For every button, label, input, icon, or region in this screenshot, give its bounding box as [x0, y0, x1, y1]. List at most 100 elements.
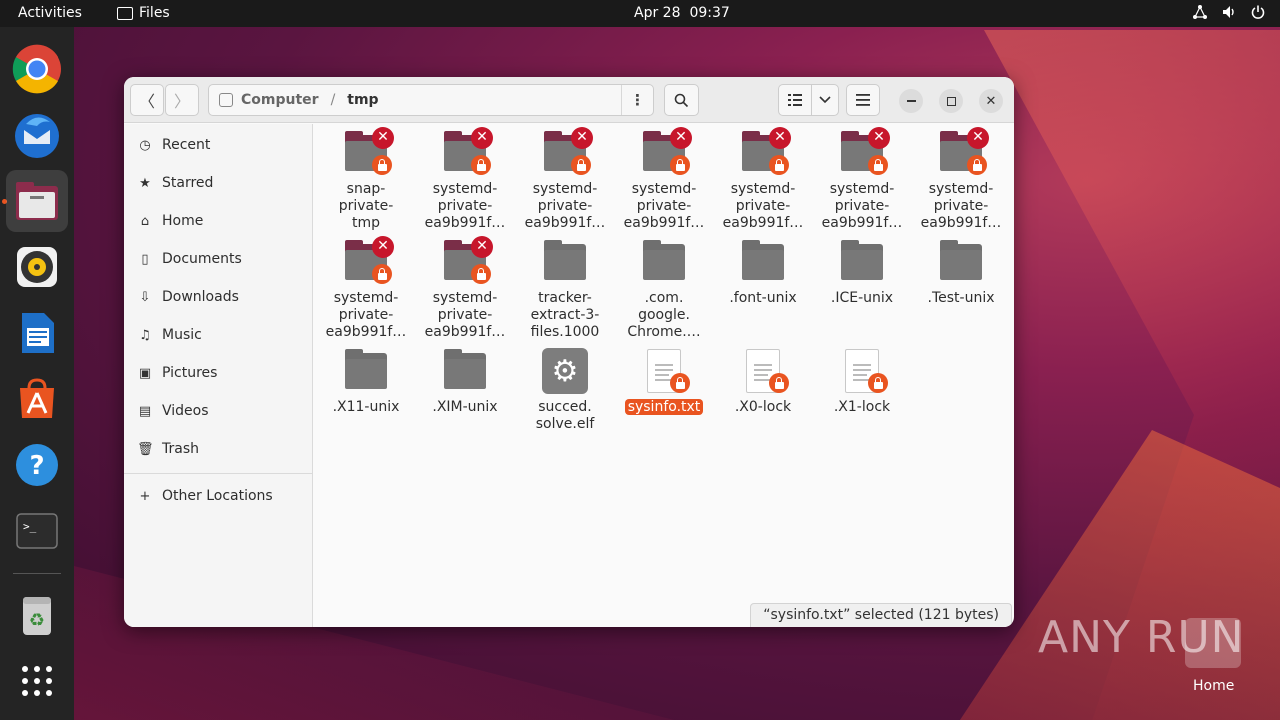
trash-icon[interactable]: ♻ [11, 589, 63, 641]
file-name: systemd- private- ea9b991f… [913, 181, 1009, 232]
file-item[interactable]: ✕ systemd- private- ea9b991f… [517, 127, 613, 232]
file-item[interactable]: ✕ systemd- private- ea9b991f… [913, 127, 1009, 232]
text-file-icon [640, 347, 690, 395]
sidebar-item-label: Starred [162, 175, 214, 191]
sidebar-item-starred[interactable]: ★ Starred [124, 165, 312, 201]
forward-button[interactable]: 〉 [165, 84, 199, 116]
desktop-home-label: Home [1193, 678, 1235, 694]
file-name: .Test-unix [913, 290, 1009, 307]
file-name: tracker- extract-3- files.1000 [517, 290, 613, 341]
svg-text:?: ? [29, 451, 44, 481]
view-options-button[interactable] [811, 84, 839, 116]
back-button[interactable]: 〈 [130, 84, 164, 116]
text-file-icon [739, 347, 789, 395]
main-menu-button[interactable] [846, 84, 880, 116]
file-item[interactable]: sysinfo.txt [616, 347, 712, 416]
file-name-text: .font-unix [729, 290, 797, 306]
search-button[interactable] [664, 84, 699, 116]
clock-time: 09:37 [689, 5, 730, 21]
show-apps-icon[interactable] [11, 655, 63, 707]
file-item[interactable]: ✕ systemd- private- ea9b991f… [417, 236, 513, 341]
hamburger-icon [856, 94, 870, 106]
sidebar-item-documents[interactable]: ▯ Documents [124, 241, 312, 277]
plus-icon: + [139, 488, 151, 504]
file-name-text: systemd- private- ea9b991f… [920, 181, 1002, 231]
sidebar-item-other-locations[interactable]: + Other Locations [124, 478, 312, 514]
breadcrumb-tmp[interactable]: tmp [347, 92, 378, 108]
file-item[interactable]: .X1-lock [814, 347, 910, 416]
thunderbird-icon[interactable] [11, 109, 63, 161]
sidebar-item-recent[interactable]: ◷ Recent [124, 127, 312, 163]
file-item[interactable]: ✕ systemd- private- ea9b991f… [616, 127, 712, 232]
file-item[interactable]: ✕ snap- private- tmp [318, 127, 414, 232]
desktop-home-icon[interactable] [1185, 618, 1241, 668]
no-access-icon: ✕ [372, 236, 394, 258]
sidebar-item-label: Downloads [162, 289, 239, 305]
lock-icon [967, 155, 987, 175]
file-item[interactable]: .com. google. Chrome.… [616, 238, 712, 341]
lock-icon [670, 155, 690, 175]
file-name-text: .X1-lock [833, 399, 891, 415]
sidebar-item-music[interactable]: ♫ Music [124, 317, 312, 353]
breadcrumb-computer[interactable]: Computer [241, 92, 319, 108]
file-item[interactable]: .X11-unix [318, 347, 414, 416]
file-name-text: systemd- private- ea9b991f… [424, 181, 506, 231]
file-name: sysinfo.txt [616, 399, 712, 416]
volume-icon[interactable] [1221, 4, 1237, 20]
file-item[interactable]: .X0-lock [715, 347, 811, 416]
activities-button[interactable]: Activities [18, 5, 82, 21]
clock[interactable]: Apr 28 09:37 [634, 5, 739, 21]
file-name-text: .X11-unix [332, 399, 400, 415]
sidebar-item-trash[interactable]: 🗑︎ Trash [124, 431, 312, 467]
lock-icon [769, 155, 789, 175]
power-icon[interactable] [1250, 4, 1266, 20]
app-center-icon[interactable] [11, 373, 63, 425]
close-button[interactable]: ✕ [979, 89, 1003, 113]
minimize-button[interactable] [899, 89, 923, 113]
sidebar-item-downloads[interactable]: ⇩ Downloads [124, 279, 312, 315]
file-item[interactable]: .font-unix [715, 238, 811, 307]
rhythmbox-icon[interactable] [11, 241, 63, 293]
file-item[interactable]: ⚙ succed. solve.elf [517, 347, 613, 433]
folder-icon: ✕ [937, 127, 989, 177]
file-item[interactable]: tracker- extract-3- files.1000 [517, 238, 613, 341]
path-bar: Computer / tmp ⋮ [208, 84, 654, 116]
music-icon: ♫ [139, 327, 151, 343]
file-name: systemd- private- ea9b991f… [517, 181, 613, 232]
files-icon[interactable] [6, 170, 68, 232]
lock-icon [670, 373, 690, 393]
network-icon[interactable] [1192, 4, 1208, 20]
file-name: succed. solve.elf [517, 399, 613, 433]
file-item[interactable]: ✕ systemd- private- ea9b991f… [814, 127, 910, 232]
app-menu[interactable]: Files [117, 5, 170, 21]
file-name: .X0-lock [715, 399, 811, 416]
file-name: .ICE-unix [814, 290, 910, 307]
terminal-icon[interactable]: >_ [11, 505, 63, 557]
system-tray[interactable] [1192, 4, 1266, 20]
no-access-icon: ✕ [471, 127, 493, 149]
sidebar-item-videos[interactable]: ▤ Videos [124, 393, 312, 429]
folder-icon: ✕ [739, 127, 791, 177]
file-item[interactable]: .Test-unix [913, 238, 1009, 307]
top-bar: Activities Files Apr 28 09:37 [0, 0, 1280, 27]
chrome-icon[interactable] [11, 43, 63, 95]
maximize-button[interactable] [939, 89, 963, 113]
file-name-text: snap- private- tmp [338, 181, 394, 231]
chevron-left-icon: 〈 [138, 92, 155, 111]
file-item[interactable]: ✕ systemd- private- ea9b991f… [318, 236, 414, 341]
file-item[interactable]: .ICE-unix [814, 238, 910, 307]
path-menu-button[interactable]: ⋮ [621, 85, 653, 115]
file-name-text: sysinfo.txt [624, 399, 704, 415]
sidebar-item-home[interactable]: ⌂ Home [124, 203, 312, 239]
file-item[interactable]: ✕ systemd- private- ea9b991f… [715, 127, 811, 232]
help-icon[interactable]: ? [11, 439, 63, 491]
sidebar-item-label: Documents [162, 251, 242, 267]
file-item[interactable]: ✕ systemd- private- ea9b991f… [417, 127, 513, 232]
view-list-button[interactable] [778, 84, 812, 116]
writer-icon[interactable] [11, 307, 63, 359]
svg-text:♻: ♻ [29, 610, 45, 631]
sidebar-item-pictures[interactable]: ▣ Pictures [124, 355, 312, 391]
file-item[interactable]: .XIM-unix [417, 347, 513, 416]
sidebar-item-label: Trash [162, 441, 199, 457]
folder-icon [117, 6, 133, 20]
